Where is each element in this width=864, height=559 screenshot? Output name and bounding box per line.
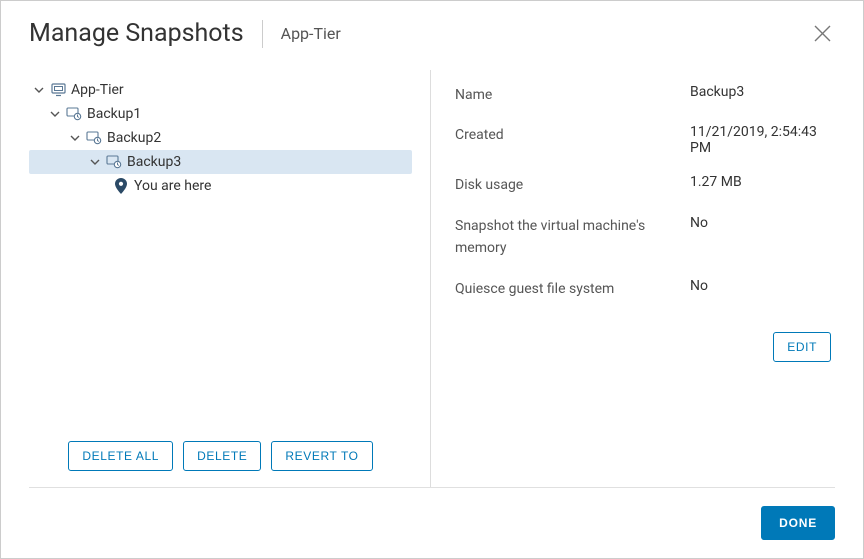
tree-row-backup3[interactable]: Backup3 [29, 150, 412, 174]
chevron-down-icon[interactable] [89, 157, 101, 167]
done-button[interactable]: DONE [761, 506, 835, 540]
dialog-footer: DONE [29, 487, 835, 558]
dialog-body: App-Tier Backup1 [1, 70, 863, 487]
close-button[interactable] [810, 21, 835, 46]
pin-icon [113, 178, 129, 194]
dialog-header: Manage Snapshots App-Tier [1, 1, 863, 70]
snapshot-tree: App-Tier Backup1 [29, 78, 412, 427]
snapshot-details-pane: Name Backup3 Created 11/21/2019, 2:54:43… [431, 70, 835, 487]
detail-label: Disk usage [455, 174, 690, 196]
close-icon [814, 25, 831, 42]
header-divider [262, 20, 263, 48]
detail-row-created: Created 11/21/2019, 2:54:43 PM [455, 124, 835, 156]
tree-label: Backup3 [127, 154, 181, 170]
edit-row: EDIT [455, 332, 835, 362]
detail-label: Snapshot the virtual machine's memory [455, 215, 690, 260]
detail-label: Name [455, 84, 690, 106]
detail-row-memory: Snapshot the virtual machine's memory No [455, 215, 835, 260]
snapshot-icon [66, 106, 82, 122]
snapshot-icon [106, 154, 122, 170]
chevron-down-icon[interactable] [69, 133, 81, 143]
edit-button[interactable]: EDIT [773, 332, 831, 362]
vm-icon [50, 82, 66, 98]
revert-to-button[interactable]: REVERT TO [271, 441, 372, 471]
tree-row-you-are-here[interactable]: You are here [29, 174, 412, 198]
tree-row-root[interactable]: App-Tier [29, 78, 412, 102]
detail-row-quiesce: Quiesce guest file system No [455, 278, 835, 300]
delete-button[interactable]: DELETE [183, 441, 261, 471]
manage-snapshots-dialog: Manage Snapshots App-Tier App-Tier [0, 0, 864, 559]
chevron-down-icon[interactable] [49, 109, 61, 119]
delete-all-button[interactable]: DELETE ALL [68, 441, 173, 471]
tree-label: Backup1 [87, 106, 141, 122]
detail-label: Created [455, 124, 690, 146]
tree-label: Backup2 [107, 130, 161, 146]
detail-value: 1.27 MB [690, 174, 835, 190]
detail-label: Quiesce guest file system [455, 278, 690, 300]
detail-value: No [690, 215, 835, 231]
tree-row-backup1[interactable]: Backup1 [29, 102, 412, 126]
tree-row-backup2[interactable]: Backup2 [29, 126, 412, 150]
tree-actions: DELETE ALL DELETE REVERT TO [29, 427, 412, 487]
detail-row-disk: Disk usage 1.27 MB [455, 174, 835, 196]
dialog-title: Manage Snapshots [29, 19, 244, 48]
tree-label: App-Tier [71, 82, 124, 98]
detail-value: 11/21/2019, 2:54:43 PM [690, 124, 835, 156]
chevron-down-icon[interactable] [33, 85, 45, 95]
dialog-subtitle: App-Tier [281, 24, 341, 43]
detail-value: No [690, 278, 835, 294]
tree-label: You are here [134, 178, 211, 194]
detail-row-name: Name Backup3 [455, 84, 835, 106]
snapshot-icon [86, 130, 102, 146]
snapshot-tree-pane: App-Tier Backup1 [29, 70, 431, 487]
detail-value: Backup3 [690, 84, 835, 100]
